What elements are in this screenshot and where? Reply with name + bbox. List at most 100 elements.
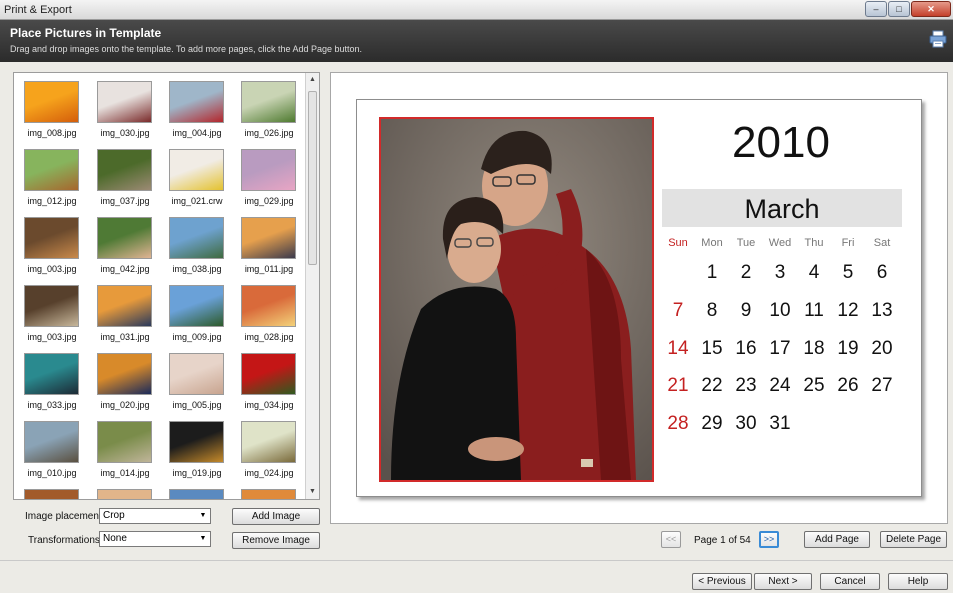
help-button[interactable]: Help	[888, 573, 948, 590]
thumbnail-item[interactable]: img_012.jpg	[22, 147, 82, 209]
calendar-day: 28	[667, 413, 689, 434]
thumbnail-item[interactable]: img_011.jpg	[239, 215, 299, 277]
thumbnail-item[interactable]: img_019.jpg	[167, 419, 227, 481]
thumbnail-item[interactable]	[95, 487, 155, 499]
remove-image-button[interactable]: Remove Image	[232, 532, 320, 549]
thumbnail-item[interactable]	[167, 487, 227, 499]
calendar-day: 13	[871, 300, 893, 321]
thumbnail-item[interactable]: img_033.jpg	[22, 351, 82, 413]
thumbnail-item[interactable]: img_010.jpg	[22, 419, 82, 481]
calendar-day: 22	[701, 375, 723, 396]
next-page-button[interactable]: >>	[759, 531, 779, 548]
image-placement-value: Crop	[103, 510, 125, 521]
thumbnail-caption: img_011.jpg	[244, 264, 294, 274]
calendar-day: 8	[706, 300, 718, 321]
calendar-day: 9	[740, 300, 752, 321]
thumbnail-image	[169, 285, 224, 327]
close-icon[interactable]: ✕	[911, 1, 951, 17]
footer-divider	[0, 560, 953, 561]
weekday-header: Sat	[873, 237, 891, 249]
thumbnail-item[interactable]: img_031.jpg	[95, 283, 155, 345]
thumbnail-item[interactable]: img_030.jpg	[95, 79, 155, 141]
thumbnail-image	[97, 353, 152, 395]
thumbnail-item[interactable]	[239, 487, 299, 499]
thumbnail-caption: img_014.jpg	[100, 468, 150, 478]
thumbnail-item[interactable]: img_005.jpg	[167, 351, 227, 413]
weekday-header: Tue	[736, 237, 756, 249]
window-title: Print & Export	[4, 4, 72, 16]
add-page-button[interactable]: Add Page	[804, 531, 870, 548]
image-thumbnail-list[interactable]: img_024.jpg img_019.jpg img_014.jpg img_010…	[13, 72, 320, 500]
calendar-day: 29	[701, 413, 723, 434]
thumbnail-item[interactable]: img_004.jpg	[167, 79, 227, 141]
thumbnail-item[interactable]: img_029.jpg	[239, 147, 299, 209]
thumbnail-caption: img_005.jpg	[172, 400, 222, 410]
transformations-select[interactable]: None ▼	[99, 531, 211, 547]
scroll-down-icon[interactable]: ▼	[306, 485, 319, 499]
weekday-header: Thu	[804, 237, 824, 249]
chevron-down-icon[interactable]: ▼	[196, 532, 210, 546]
calendar-day: 10	[769, 300, 791, 321]
delete-page-button[interactable]: Delete Page	[880, 531, 947, 548]
cancel-button[interactable]: Cancel	[820, 573, 880, 590]
thumbnail-caption: img_038.jpg	[172, 264, 222, 274]
thumbnail-item[interactable]: img_038.jpg	[167, 215, 227, 277]
thumbnail-caption: img_037.jpg	[100, 196, 150, 206]
title-bar: Print & Export – □ ✕	[0, 0, 953, 20]
weekday-header: Sun	[668, 237, 688, 249]
thumbnail-image	[97, 149, 152, 191]
thumbnail-caption: img_034.jpg	[244, 400, 294, 410]
thumbnail-item[interactable]: img_014.jpg	[95, 419, 155, 481]
thumbnail-image	[24, 489, 79, 499]
thumbnail-item[interactable]: img_026.jpg	[239, 79, 299, 141]
calendar-day: 2	[740, 262, 752, 283]
thumbnail-item[interactable]: img_008.jpg	[22, 79, 82, 141]
header-subtitle: Drag and drop images onto the template. …	[10, 44, 363, 54]
calendar-day: 31	[769, 413, 791, 434]
thumbnail-item[interactable]: img_003.jpg	[22, 283, 82, 345]
photo-slot[interactable]	[379, 117, 654, 482]
thumbnail-item[interactable]: img_009.jpg	[167, 283, 227, 345]
thumbnail-caption: img_019.jpg	[172, 468, 222, 478]
thumbnail-image	[97, 285, 152, 327]
thumbnail-caption: img_003.jpg	[27, 264, 77, 274]
calendar-month: March	[662, 189, 902, 227]
calendar-page: 2010 March Sun Mon Tue Wed Thu Fri Sat 1 2 3 4 5 6 7 8…	[356, 99, 922, 497]
thumbnail-item[interactable]: img_034.jpg	[239, 351, 299, 413]
next-button[interactable]: Next >	[754, 573, 812, 590]
scroll-thumb[interactable]	[308, 91, 317, 265]
chevron-down-icon[interactable]: ▼	[196, 509, 210, 523]
calendar-year: 2010	[732, 118, 830, 167]
thumbnail-item[interactable]: img_042.jpg	[95, 215, 155, 277]
thumbnail-item[interactable]: img_024.jpg	[239, 419, 299, 481]
maximize-icon[interactable]: □	[888, 1, 910, 17]
previous-page-button[interactable]: <<	[661, 531, 681, 548]
thumbnail-scrollbar[interactable]: ▲ ▼	[305, 73, 319, 499]
image-placement-select[interactable]: Crop ▼	[99, 508, 211, 524]
previous-button[interactable]: < Previous	[692, 573, 752, 590]
thumbnail-image	[169, 353, 224, 395]
thumbnail-item[interactable]: img_028.jpg	[239, 283, 299, 345]
thumbnail-item[interactable]: img_037.jpg	[95, 147, 155, 209]
thumbnail-item[interactable]: img_021.crw	[167, 147, 227, 209]
calendar-day: 1	[706, 262, 718, 283]
thumbnail-caption: img_033.jpg	[27, 400, 77, 410]
calendar-day: 11	[804, 300, 824, 321]
minimize-icon[interactable]: –	[865, 1, 887, 17]
thumbnail-item[interactable]	[22, 487, 82, 499]
thumbnail-image	[169, 149, 224, 191]
thumbnail-image	[24, 149, 79, 191]
printer-icon[interactable]	[929, 30, 947, 48]
thumbnail-caption: img_024.jpg	[244, 468, 294, 478]
thumbnail-image	[241, 217, 296, 259]
thumbnail-image	[97, 489, 152, 499]
thumbnail-item[interactable]: img_003.jpg	[22, 215, 82, 277]
calendar-day: 24	[769, 375, 791, 396]
thumbnail-image	[169, 421, 224, 463]
add-image-button[interactable]: Add Image	[232, 508, 320, 525]
thumbnail-item[interactable]: img_020.jpg	[95, 351, 155, 413]
thumbnail-caption: img_026.jpg	[244, 128, 294, 138]
calendar-day: 26	[837, 375, 859, 396]
scroll-up-icon[interactable]: ▲	[306, 73, 319, 87]
thumbnail-image	[241, 81, 296, 123]
